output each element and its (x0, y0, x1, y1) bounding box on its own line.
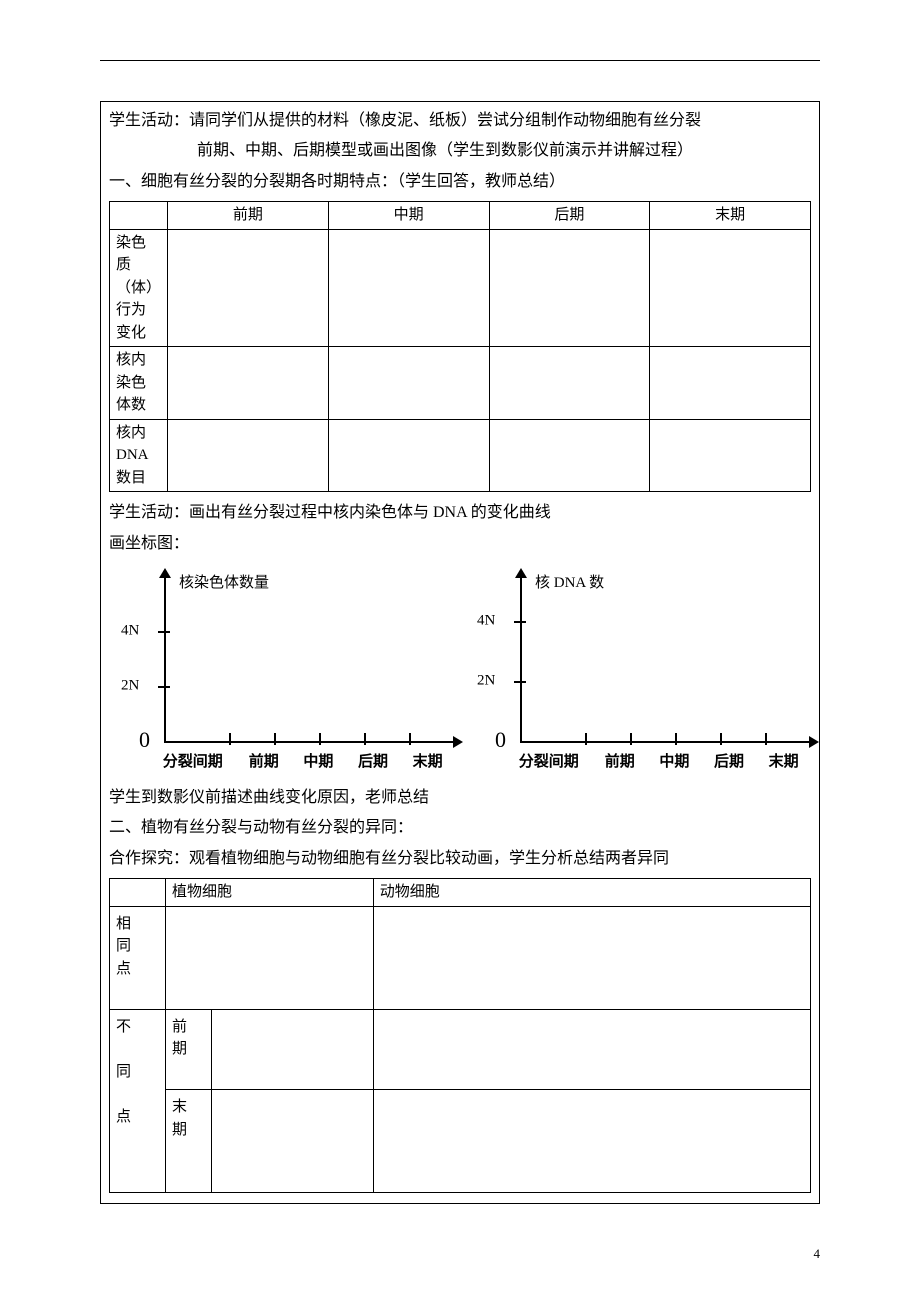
section-2-title: 二、植物有丝分裂与动物有丝分裂的异同： (109, 813, 811, 843)
table-row: 不 同 点 前 期 (110, 1009, 811, 1090)
chart-intro: 画坐标图： (109, 529, 811, 559)
charts-area: 核染色体数量 4N 2N 0 分裂间期 前期 中期 后期 末期 (101, 563, 819, 779)
header-cell: 后期 (489, 202, 650, 230)
y-axis (520, 576, 522, 743)
table-row: 相 同 点 (110, 906, 811, 1009)
activity-2-block: 学生活动：画出有丝分裂过程中核内染色体与 DNA 的变化曲线 画坐标图： (101, 494, 819, 563)
row-label: 相 同 点 (110, 906, 166, 1009)
section-2-block: 学生到数影仪前描述曲线变化原因，老师总结 二、植物有丝分裂与动物有丝分裂的异同：… (101, 779, 819, 878)
x-axis (520, 741, 811, 743)
chart-title: 核 DNA 数 (535, 571, 604, 592)
sub-row-label: 末 期 (166, 1090, 212, 1193)
chart-chromosome: 核染色体数量 4N 2N 0 分裂间期 前期 中期 后期 末期 (109, 571, 455, 771)
header-cell: 植物细胞 (166, 879, 374, 907)
chart-title: 核染色体数量 (179, 571, 269, 592)
row-label: 核内 DNA 数目 (110, 419, 168, 492)
post-chart-text: 学生到数影仪前描述曲线变化原因，老师总结 (109, 783, 811, 813)
ytick-label: 4N (477, 612, 495, 629)
ytick-label: 2N (477, 672, 495, 689)
x-labels: 分裂间期 前期 中期 后期 末期 (505, 750, 811, 771)
table-row: 核内 染色 体数 (110, 347, 811, 420)
ytick-label: 4N (121, 622, 139, 639)
x-labels: 分裂间期 前期 中期 后期 末期 (149, 750, 455, 771)
table-row: 前期 中期 后期 末期 (110, 202, 811, 230)
row-label: 核内 染色 体数 (110, 347, 168, 420)
activity-1: 学生活动：请同学们从提供的材料（橡皮泥、纸板）尝试分组制作动物细胞有丝分裂 前期… (101, 102, 819, 201)
table-row: 植物细胞 动物细胞 (110, 879, 811, 907)
page-number: 4 (814, 1246, 821, 1262)
content-frame: 学生活动：请同学们从提供的材料（橡皮泥、纸板）尝试分组制作动物细胞有丝分裂 前期… (100, 101, 820, 1204)
header-cell: 中期 (328, 202, 489, 230)
activity-2: 学生活动：画出有丝分裂过程中核内染色体与 DNA 的变化曲线 (109, 498, 811, 528)
x-axis (164, 741, 455, 743)
y-axis (164, 576, 166, 743)
phases-table: 前期 中期 后期 末期 染色 质（体） 行为 变化 核内 染色 体数 (109, 201, 811, 492)
table-row: 末 期 (110, 1090, 811, 1193)
header-cell: 动物细胞 (373, 879, 810, 907)
activity-1-line2: 前期、中期、后期模型或画出图像（学生到数影仪前演示并讲解过程） (109, 136, 811, 166)
header-rule (100, 60, 820, 61)
header-cell: 末期 (650, 202, 811, 230)
table-row: 核内 DNA 数目 (110, 419, 811, 492)
coop-text: 合作探究：观看植物细胞与动物细胞有丝分裂比较动画，学生分析总结两者异同 (109, 844, 811, 874)
row-label: 不 同 点 (110, 1009, 166, 1193)
compare-table: 植物细胞 动物细胞 相 同 点 不 同 点 前 (109, 878, 811, 1193)
activity-1-line1: 学生活动：请同学们从提供的材料（橡皮泥、纸板）尝试分组制作动物细胞有丝分裂 (109, 106, 811, 136)
header-cell: 前期 (168, 202, 329, 230)
table-row: 染色 质（体） 行为 变化 (110, 229, 811, 347)
ytick-label: 2N (121, 677, 139, 694)
row-label: 染色 质（体） 行为 变化 (110, 229, 168, 347)
sub-row-label: 前 期 (166, 1009, 212, 1090)
section-1-title: 一、细胞有丝分裂的分裂期各时期特点：（学生回答，教师总结） (109, 167, 811, 197)
chart-dna: 核 DNA 数 4N 2N 0 分裂间期 前期 中期 后期 末期 (465, 571, 811, 771)
